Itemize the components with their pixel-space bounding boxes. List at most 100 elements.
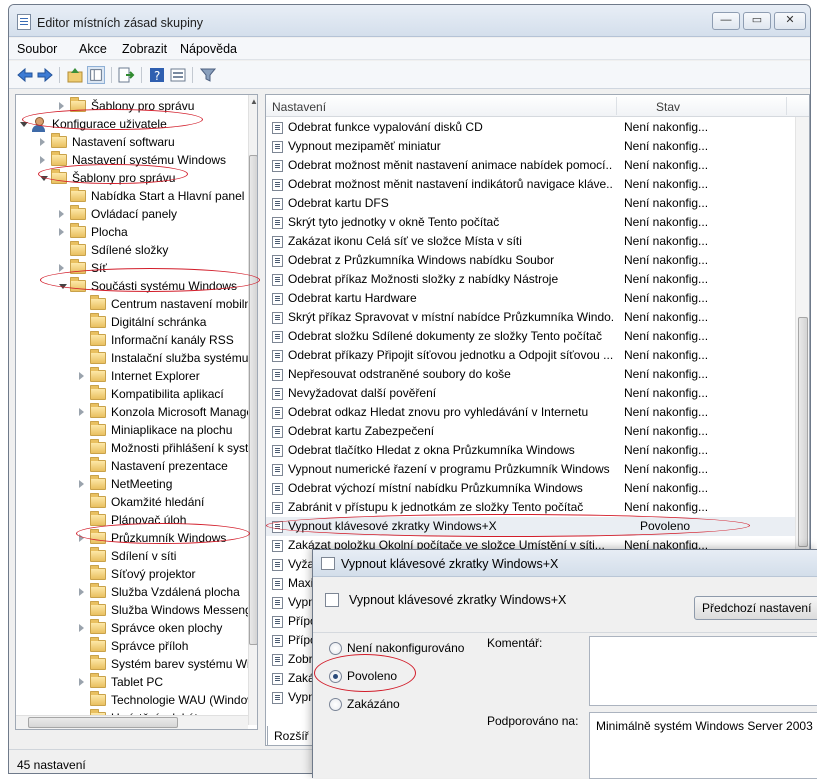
tree-vertical-scrollbar[interactable]: ▲ bbox=[248, 95, 257, 725]
radio-disabled[interactable] bbox=[329, 698, 342, 711]
table-row[interactable]: Odebrat odkaz Hledat znovu pro vyhledává… bbox=[266, 403, 796, 422]
table-row[interactable]: Zakázat ikonu Celá síť ve složce Místa v… bbox=[266, 232, 796, 251]
radio-not-configured[interactable] bbox=[329, 642, 342, 655]
expand-arrow-icon[interactable] bbox=[59, 264, 64, 272]
expand-arrow-icon[interactable] bbox=[40, 156, 45, 164]
scroll-up-icon[interactable]: ▲ bbox=[250, 97, 257, 106]
table-row[interactable]: Odebrat výchozí místní nabídku Průzkumní… bbox=[266, 479, 796, 498]
tree-item[interactable]: Okamžité hledání bbox=[16, 493, 256, 511]
column-state-header[interactable]: Stav bbox=[656, 100, 680, 114]
setting-name: Odebrat kartu Zabezpečení bbox=[288, 424, 435, 438]
export-list-icon[interactable] bbox=[117, 66, 135, 84]
table-row[interactable]: Nepřesouvat odstraněné soubory do koše Ne… bbox=[266, 365, 796, 384]
tree-item[interactable]: Sdílení v síti bbox=[16, 547, 256, 565]
tree-item[interactable]: NetMeeting bbox=[16, 475, 256, 493]
forward-arrow-icon[interactable] bbox=[36, 66, 54, 84]
tree-pane[interactable]: Šablony pro správu Konfigurace uživatele N… bbox=[15, 94, 258, 730]
table-row[interactable]: Odebrat z Průzkumníka Windows nabídku So… bbox=[266, 251, 796, 270]
tree-item[interactable]: Kompatibilita aplikací bbox=[16, 385, 256, 403]
filter-icon[interactable] bbox=[199, 66, 217, 84]
expand-arrow-icon[interactable] bbox=[59, 102, 64, 110]
folder-icon bbox=[90, 673, 106, 688]
tree-scroll-thumb[interactable] bbox=[249, 155, 257, 645]
expand-arrow-icon[interactable] bbox=[79, 408, 84, 416]
tree-item[interactable]: Nabídka Start a Hlavní panel bbox=[16, 187, 256, 205]
properties-icon[interactable] bbox=[169, 66, 187, 84]
tree-item-label: NetMeeting bbox=[111, 477, 173, 491]
menu-zobrazit[interactable]: Zobrazit bbox=[122, 42, 167, 56]
expand-arrow-icon[interactable] bbox=[40, 138, 45, 146]
table-row[interactable]: Vypnout mezipaměť miniatur Není nakonfig.… bbox=[266, 137, 796, 156]
maximize-button[interactable]: ▭ bbox=[743, 12, 771, 30]
toolbar-separator bbox=[141, 67, 142, 83]
expand-arrow-icon[interactable] bbox=[79, 624, 84, 632]
column-setting-header[interactable]: Nastavení bbox=[272, 100, 326, 114]
expand-arrow-icon[interactable] bbox=[59, 228, 64, 236]
table-row[interactable]: Odebrat funkce vypalování disků CD Není n… bbox=[266, 118, 796, 137]
table-row[interactable]: Skrýt tyto jednotky v okně Tento počítač… bbox=[266, 213, 796, 232]
table-row[interactable]: Odebrat kartu DFS Není nakonfig... bbox=[266, 194, 796, 213]
tree-item[interactable]: Sdílené složky bbox=[16, 241, 256, 259]
tree-hscroll-thumb[interactable] bbox=[28, 717, 178, 728]
minimize-button[interactable]: — bbox=[712, 12, 740, 30]
expand-arrow-icon[interactable] bbox=[79, 372, 84, 380]
tree-horizontal-scrollbar[interactable] bbox=[16, 715, 248, 729]
tree-item[interactable]: Digitální schránka bbox=[16, 313, 256, 331]
tree-item[interactable]: Správce oken plochy bbox=[16, 619, 256, 637]
tree-item[interactable]: Miniaplikace na plochu bbox=[16, 421, 256, 439]
setting-name: Odebrat možnost měnit nastavení animace … bbox=[288, 158, 613, 172]
expand-arrow-icon[interactable] bbox=[79, 678, 84, 686]
column-divider[interactable] bbox=[616, 97, 617, 115]
tree-item[interactable]: Centrum nastavení mobilních zařízení bbox=[16, 295, 257, 313]
tree-item[interactable]: Informační kanály RSS bbox=[16, 331, 256, 349]
expand-arrow-icon[interactable] bbox=[59, 210, 64, 218]
tree-item[interactable]: Plocha bbox=[16, 223, 256, 241]
table-row[interactable]: Odebrat tlačítko Hledat z okna Průzkumní… bbox=[266, 441, 796, 460]
expand-arrow-icon[interactable] bbox=[79, 588, 84, 596]
expand-arrow-icon[interactable] bbox=[79, 480, 84, 488]
table-row[interactable]: Odebrat složku Sdílené dokumenty ze slož… bbox=[266, 327, 796, 346]
table-row[interactable]: Odebrat možnost měnit nastavení animace … bbox=[266, 156, 796, 175]
folder-icon bbox=[70, 223, 86, 238]
tree-item[interactable]: Nastavení softwaru bbox=[16, 133, 256, 151]
table-row[interactable]: Nevyžadovat další pověření Není nakonfig.… bbox=[266, 384, 796, 403]
policy-setting-icon bbox=[272, 616, 283, 628]
tree-item[interactable]: Systém barev systému Windows bbox=[16, 655, 257, 673]
table-row[interactable]: Skrýt příkaz Spravovat v místní nabídce … bbox=[266, 308, 796, 327]
table-row[interactable]: Vypnout numerické řazení v programu Průz… bbox=[266, 460, 796, 479]
comment-textarea[interactable] bbox=[589, 636, 817, 706]
radio-not-configured-label[interactable]: Není nakonfigurováno bbox=[347, 641, 464, 655]
setting-state: Není nakonfig... bbox=[624, 196, 709, 210]
tree-item[interactable]: Správce příloh bbox=[16, 637, 256, 655]
radio-disabled-label[interactable]: Zakázáno bbox=[347, 697, 400, 711]
tree-item[interactable]: Možnosti přihlášení k systému Windows bbox=[16, 439, 257, 457]
help-icon[interactable]: ? bbox=[148, 66, 166, 84]
policy-setting-icon bbox=[272, 255, 283, 267]
list-scroll-thumb[interactable] bbox=[798, 317, 808, 547]
table-row[interactable]: Odebrat kartu Zabezpečení Není nakonfig..… bbox=[266, 422, 796, 441]
back-arrow-icon[interactable] bbox=[16, 66, 34, 84]
menu-napoveda[interactable]: Nápověda bbox=[180, 42, 237, 56]
previous-setting-button[interactable]: Předchozí nastavení bbox=[694, 596, 817, 620]
policy-setting-icon bbox=[272, 293, 283, 305]
table-row[interactable]: Odebrat příkazy Připojit síťovou jednotk… bbox=[266, 346, 796, 365]
tree-item[interactable]: Internet Explorer bbox=[16, 367, 256, 385]
column-divider[interactable] bbox=[786, 97, 787, 115]
table-row[interactable]: Odebrat kartu Hardware Není nakonfig... bbox=[266, 289, 796, 308]
table-row[interactable]: Odebrat příkaz Možnosti složky z nabídky… bbox=[266, 270, 796, 289]
tree-item[interactable]: Instalační služba systému Windows bbox=[16, 349, 257, 367]
tree-item[interactable]: Tablet PC bbox=[16, 673, 256, 691]
tree-item[interactable]: Služba Windows Messenger bbox=[16, 601, 257, 619]
tree-item[interactable]: Nastavení prezentace bbox=[16, 457, 256, 475]
table-row[interactable]: Odebrat možnost měnit nastavení indikáto… bbox=[266, 175, 796, 194]
show-tree-icon[interactable] bbox=[87, 66, 105, 84]
tree-item[interactable]: Služba Vzdálená plocha bbox=[16, 583, 256, 601]
menu-soubor[interactable]: Soubor bbox=[17, 42, 57, 56]
tree-item[interactable]: Síťový projektor bbox=[16, 565, 256, 583]
close-button[interactable]: ✕ bbox=[774, 12, 806, 30]
tree-item[interactable]: Ovládací panely bbox=[16, 205, 256, 223]
up-folder-icon[interactable] bbox=[66, 66, 84, 84]
tree-item[interactable]: Konzola Microsoft Management Console bbox=[16, 403, 257, 421]
tree-item[interactable]: Technologie WAU (Windows Anytime Upgrade… bbox=[16, 691, 257, 709]
menu-akce[interactable]: Akce bbox=[79, 42, 107, 56]
